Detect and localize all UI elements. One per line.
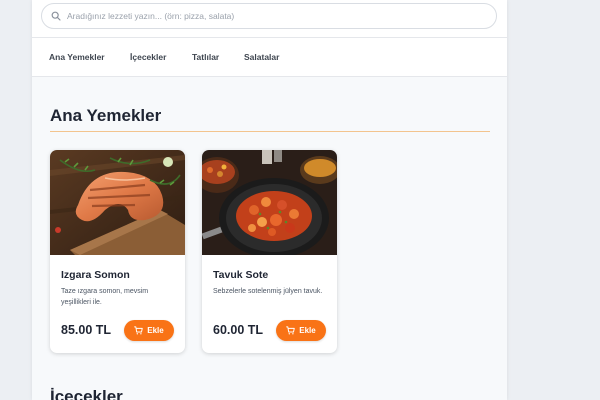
chicken-saute-photo: [202, 150, 337, 255]
search-bar: [32, 0, 507, 38]
tab-tatlilar[interactable]: Tatlılar: [192, 52, 219, 62]
menu-item-price: 85.00 TL: [61, 323, 112, 337]
section-title-icecekler: İçecekler: [50, 387, 123, 400]
menu-item-description: Sebzelerle sotelenmiş jülyen tavuk.: [213, 288, 323, 295]
add-button-label: Ekle: [147, 326, 164, 335]
tab-icecekler[interactable]: İçecekler: [130, 52, 166, 62]
add-to-cart-button[interactable]: Ekle: [276, 320, 326, 341]
menu-item-price: 60.00 TL: [213, 323, 264, 337]
tab-salatalar[interactable]: Salatalar: [244, 52, 279, 62]
add-to-cart-button[interactable]: Ekle: [124, 320, 174, 341]
cart-icon: [134, 326, 144, 335]
category-tabs: Ana Yemekler İçecekler Tatlılar Salatala…: [32, 38, 507, 77]
menu-item-card: Tavuk Sote Sebzelerle sotelenmiş jülyen …: [202, 150, 337, 353]
search-input[interactable]: [67, 11, 487, 21]
menu-item-name: Izgara Somon: [61, 269, 130, 281]
cart-icon: [286, 326, 296, 335]
menu-item-description: Taze ızgara somon, mevsim yeşillikleri i…: [61, 288, 149, 306]
search-box[interactable]: [41, 3, 497, 29]
tab-ana-yemekler[interactable]: Ana Yemekler: [49, 52, 105, 62]
search-icon: [51, 11, 61, 21]
section-divider: [50, 131, 490, 132]
add-button-label: Ekle: [299, 326, 316, 335]
menu-item-name: Tavuk Sote: [213, 269, 269, 281]
menu-panel: Ana Yemekler İçecekler Tatlılar Salatala…: [32, 0, 507, 400]
section-title-ana-yemekler: Ana Yemekler: [50, 106, 162, 125]
grilled-salmon-photo: [50, 150, 185, 255]
menu-item-card: Izgara Somon Taze ızgara somon, mevsim y…: [50, 150, 185, 353]
